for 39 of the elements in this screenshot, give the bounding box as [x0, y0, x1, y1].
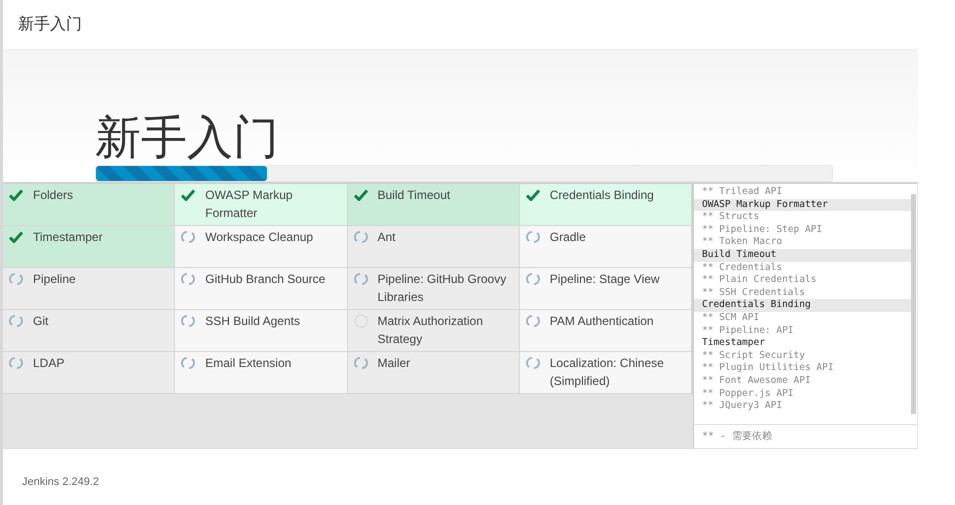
log-line: ** JQuery3 API [701, 400, 784, 413]
plugin-name: Gradle [550, 229, 586, 246]
log-line: ** Pipeline: API [701, 324, 795, 338]
version-label: Jenkins 2.249.2 [22, 474, 100, 490]
log-line: ** Trilead API [701, 186, 784, 199]
log-line: ** Pipeline: Step API [701, 224, 824, 236]
plugin-name: Pipeline: GitHub Groovy Libraries [378, 271, 508, 306]
plugin-name: Credentials Binding [550, 187, 654, 204]
log-line: ** Font Awesome API [701, 374, 812, 388]
plugin-name: Localization: Chinese (Simplified) [550, 355, 665, 390]
log-line: ** Popper.js API [701, 388, 795, 400]
plugin-name: SSH Build Agents [205, 313, 300, 330]
plugin-name: Ant [378, 229, 396, 246]
log-line: ** Structs [701, 211, 760, 224]
log-line: ** Plugin Utilities API [701, 362, 835, 375]
log-line: ** Script Security [701, 350, 806, 362]
plugin-name: PAM Authentication [550, 313, 654, 330]
log-line: ** Plain Credentials [701, 274, 818, 287]
plugin-name: Build Timeout [378, 187, 450, 204]
log-line: ** Token Macro [701, 236, 784, 249]
log-line: ** SCM API [701, 312, 760, 325]
plugin-name: LDAP [33, 355, 64, 372]
plugin-name: GitHub Branch Source [205, 271, 326, 288]
plugin-name: Workspace Cleanup [205, 229, 314, 246]
plugin-name: Folders [33, 187, 74, 204]
log-line: ** SSH Credentials [701, 286, 806, 300]
plugin-name: Pipeline [33, 271, 76, 288]
plugin-name: Git [33, 313, 48, 330]
plugin-name: Email Extension [205, 355, 292, 372]
plugin-name: OWASP Markup Formatter [205, 187, 294, 222]
log-line: ** Credentials [701, 262, 784, 274]
log-line: Timestamper [701, 337, 766, 350]
page-heading: 新手入门 [95, 111, 279, 163]
plugin-name: Pipeline: Stage View [550, 271, 660, 288]
plugin-name: Timestamper [33, 229, 103, 246]
log-legend: ** - 需要依赖 [702, 429, 772, 444]
plugin-name: Matrix Authorization Strategy [378, 313, 484, 348]
dialog-title: 新手入门 [18, 14, 82, 34]
plugin-name: Mailer [378, 355, 410, 372]
